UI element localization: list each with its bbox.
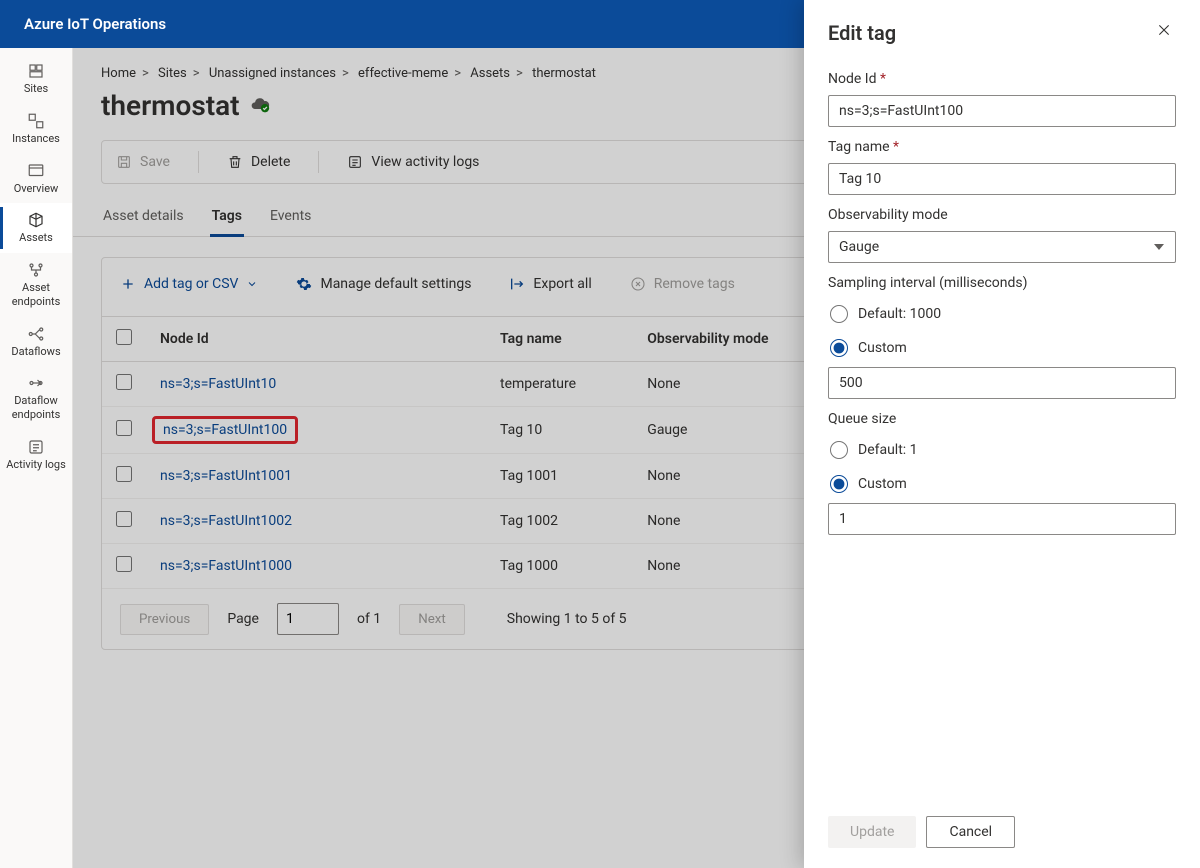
sidebar-item-dataflow-endpoints[interactable]: Dataflow endpoints <box>0 366 72 430</box>
queue-label: Queue size <box>828 411 1176 427</box>
sampling-label: Sampling interval (milliseconds) <box>828 275 1176 291</box>
queue-custom-radio[interactable]: Custom <box>828 469 1176 499</box>
node-id-label: Node Id <box>828 71 1176 87</box>
sidebar-item-label: Dataflows <box>11 345 60 359</box>
cancel-button[interactable]: Cancel <box>926 816 1015 848</box>
sidebar-item-sites[interactable]: Sites <box>0 54 72 104</box>
sidebar-item-label: Sites <box>24 82 48 96</box>
close-icon <box>1156 22 1172 38</box>
sidebar-item-asset-endpoints[interactable]: Asset endpoints <box>0 253 72 317</box>
panel-title: Edit tag <box>828 21 896 45</box>
queue-value-input[interactable] <box>828 503 1176 535</box>
sidebar-item-label: Activity logs <box>6 458 66 472</box>
dataflows-icon <box>27 325 45 343</box>
tag-name-label: Tag name <box>828 139 1176 155</box>
tag-name-input[interactable] <box>828 163 1176 195</box>
node-id-input[interactable] <box>828 95 1176 127</box>
asset-endpoints-icon <box>27 261 45 279</box>
activity-logs-icon <box>27 438 45 456</box>
app-title: Azure IoT Operations <box>24 15 166 33</box>
edit-tag-panel: Edit tag Node Id Tag name Observability … <box>804 0 1200 868</box>
sidebar-item-label: Asset endpoints <box>2 281 70 309</box>
sampling-value-input[interactable] <box>828 367 1176 399</box>
dataflow-endpoints-icon <box>27 374 45 392</box>
update-button: Update <box>828 816 916 848</box>
sidebar-item-dataflows[interactable]: Dataflows <box>0 317 72 367</box>
close-panel-button[interactable] <box>1152 18 1176 47</box>
sidebar-item-assets[interactable]: Assets <box>0 203 72 253</box>
sites-icon <box>27 62 45 80</box>
assets-icon <box>27 211 45 229</box>
instances-icon <box>27 112 45 130</box>
sampling-custom-radio[interactable]: Custom <box>828 333 1176 363</box>
sampling-default-radio[interactable]: Default: 1000 <box>828 299 1176 329</box>
sidebar-item-instances[interactable]: Instances <box>0 104 72 154</box>
sidebar-item-label: Overview <box>14 182 59 196</box>
sidebar-item-label: Assets <box>19 231 53 245</box>
sidebar-item-activity-logs[interactable]: Activity logs <box>0 430 72 480</box>
observability-select[interactable] <box>828 231 1176 263</box>
sidebar-item-label: Dataflow endpoints <box>2 394 70 422</box>
observability-label: Observability mode <box>828 207 1176 223</box>
sidebar: Sites Instances Overview Assets Asset en… <box>0 48 73 868</box>
overview-icon <box>27 162 45 180</box>
sidebar-item-label: Instances <box>12 132 60 146</box>
sidebar-item-overview[interactable]: Overview <box>0 154 72 204</box>
queue-default-radio[interactable]: Default: 1 <box>828 435 1176 465</box>
